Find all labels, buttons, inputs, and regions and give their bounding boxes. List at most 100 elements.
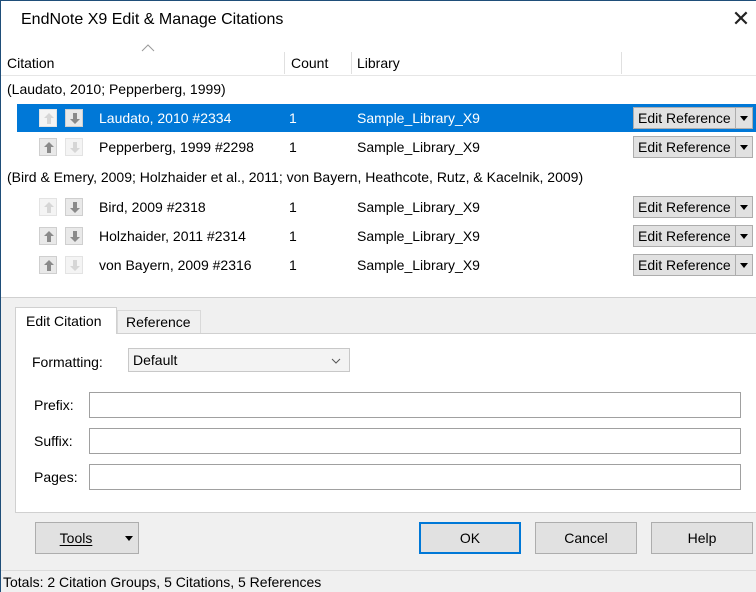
citation-row[interactable]: Pepperberg, 1999 #2298 1 Sample_Library_… xyxy=(17,133,756,161)
citation-group[interactable]: (Laudato, 2010; Pepperberg, 1999) xyxy=(1,76,756,102)
edit-reference-button[interactable]: Edit Reference xyxy=(633,136,753,158)
edit-reference-dropdown[interactable] xyxy=(735,137,752,157)
status-bar: Totals: 2 Citation Groups, 5 Citations, … xyxy=(1,570,756,592)
title-bar: EndNote X9 Edit & Manage Citations ✕ xyxy=(1,0,756,40)
edit-reference-label: Edit Reference xyxy=(638,199,731,215)
edit-reference-label: Edit Reference xyxy=(638,139,731,155)
move-up-button[interactable] xyxy=(39,198,57,216)
tools-label: Tools xyxy=(36,530,116,546)
move-down-button[interactable] xyxy=(65,198,83,216)
chevron-down-icon xyxy=(125,536,133,541)
edit-reference-dropdown[interactable] xyxy=(735,108,752,128)
edit-reference-dropdown[interactable] xyxy=(735,255,752,275)
edit-reference-button[interactable]: Edit Reference xyxy=(633,254,753,276)
edit-reference-dropdown[interactable] xyxy=(735,197,752,217)
column-divider xyxy=(621,52,622,74)
citation-library: Sample_Library_X9 xyxy=(357,257,480,273)
dialog-window: EndNote X9 Edit & Manage Citations ✕ Cit… xyxy=(0,0,756,592)
column-library[interactable]: Library xyxy=(357,55,400,71)
edit-reference-label: Edit Reference xyxy=(638,228,731,244)
column-divider xyxy=(351,52,352,74)
citation-row[interactable]: Bird, 2009 #2318 1 Sample_Library_X9 Edi… xyxy=(17,193,756,221)
chevron-down-icon xyxy=(740,263,748,268)
prefix-label: Prefix: xyxy=(34,397,74,413)
tab-edit-citation[interactable]: Edit Citation xyxy=(15,307,117,334)
move-up-button[interactable] xyxy=(39,256,57,274)
formatting-select[interactable]: Default xyxy=(128,348,350,372)
citation-count: 1 xyxy=(289,257,297,273)
citation-row[interactable]: Holzhaider, 2011 #2314 1 Sample_Library_… xyxy=(17,222,756,250)
move-down-button[interactable] xyxy=(65,138,83,156)
citation-count: 1 xyxy=(289,228,297,244)
formatting-value: Default xyxy=(133,352,178,368)
edit-reference-label: Edit Reference xyxy=(638,257,731,273)
suffix-input[interactable] xyxy=(89,428,741,454)
move-down-button[interactable] xyxy=(65,227,83,245)
tools-button[interactable]: Tools xyxy=(35,522,139,554)
arrow-down-icon xyxy=(70,202,80,213)
citation-count: 1 xyxy=(289,139,297,155)
citation-row[interactable]: von Bayern, 2009 #2316 1 Sample_Library_… xyxy=(17,251,756,279)
window-title: EndNote X9 Edit & Manage Citations xyxy=(21,11,284,28)
citation-group-label: (Laudato, 2010; Pepperberg, 1999) xyxy=(7,81,226,97)
chevron-down-icon xyxy=(740,205,748,210)
citation-name: Pepperberg, 1999 #2298 xyxy=(99,139,254,155)
arrow-down-icon xyxy=(70,231,80,242)
move-up-button[interactable] xyxy=(39,138,57,156)
column-divider xyxy=(284,52,285,74)
citation-group-label: (Bird & Emery, 2009; Holzhaider et al., … xyxy=(7,169,584,185)
tab-label: Edit Citation xyxy=(26,313,102,329)
citation-name: Bird, 2009 #2318 xyxy=(99,199,206,215)
chevron-down-icon xyxy=(740,234,748,239)
arrow-up-icon xyxy=(44,142,54,153)
citation-library: Sample_Library_X9 xyxy=(357,199,480,215)
move-down-button[interactable] xyxy=(65,109,83,127)
move-up-button[interactable] xyxy=(39,109,57,127)
chevron-down-icon xyxy=(740,116,748,121)
cancel-button[interactable]: Cancel xyxy=(535,522,637,554)
citation-row[interactable]: Laudato, 2010 #2334 1 Sample_Library_X9 … xyxy=(17,104,756,132)
citation-editor: Edit Citation Reference Formatting: Defa… xyxy=(13,307,756,513)
ok-button[interactable]: OK xyxy=(419,522,521,554)
arrow-up-icon xyxy=(44,202,54,213)
arrow-down-icon xyxy=(70,142,80,153)
cancel-label: Cancel xyxy=(564,530,608,546)
edit-reference-button[interactable]: Edit Reference xyxy=(633,107,753,129)
citations-grid: Citation Count Library (Laudato, 2010; P… xyxy=(1,40,756,298)
sort-ascending-icon[interactable] xyxy=(141,44,155,52)
pages-label: Pages: xyxy=(34,469,78,485)
prefix-input[interactable] xyxy=(89,392,741,418)
citation-name: Laudato, 2010 #2334 xyxy=(99,110,232,126)
help-button[interactable]: Help xyxy=(651,522,753,554)
citation-name: Holzhaider, 2011 #2314 xyxy=(99,228,246,244)
move-down-button[interactable] xyxy=(65,256,83,274)
chevron-down-icon xyxy=(740,145,748,150)
arrow-down-icon xyxy=(70,260,80,271)
help-label: Help xyxy=(687,530,717,546)
column-citation[interactable]: Citation xyxy=(7,55,54,71)
ok-label: OK xyxy=(459,530,481,546)
column-count[interactable]: Count xyxy=(291,55,328,71)
column-header: Citation Count Library xyxy=(1,44,756,76)
tab-label: Reference xyxy=(126,314,191,330)
close-icon[interactable]: ✕ xyxy=(727,6,755,34)
citation-count: 1 xyxy=(289,199,297,215)
formatting-label: Formatting: xyxy=(32,354,103,370)
pages-input[interactable] xyxy=(89,464,741,490)
citation-library: Sample_Library_X9 xyxy=(357,110,480,126)
tab-reference[interactable]: Reference xyxy=(117,310,201,333)
edit-reference-button[interactable]: Edit Reference xyxy=(633,225,753,247)
citation-name: von Bayern, 2009 #2316 xyxy=(99,257,252,273)
arrow-up-icon xyxy=(44,231,54,242)
chevron-down-icon xyxy=(331,358,341,364)
move-up-button[interactable] xyxy=(39,227,57,245)
citation-count: 1 xyxy=(289,110,297,126)
edit-reference-button[interactable]: Edit Reference xyxy=(633,196,753,218)
citation-library: Sample_Library_X9 xyxy=(357,139,480,155)
edit-citation-panel: Formatting: Default Prefix: Suffix: Page… xyxy=(15,333,756,513)
suffix-label: Suffix: xyxy=(34,433,73,449)
edit-reference-dropdown[interactable] xyxy=(735,226,752,246)
citation-group[interactable]: (Bird & Emery, 2009; Holzhaider et al., … xyxy=(1,164,756,190)
arrow-down-icon xyxy=(70,113,80,124)
status-totals: Totals: 2 Citation Groups, 5 Citations, … xyxy=(3,574,322,590)
